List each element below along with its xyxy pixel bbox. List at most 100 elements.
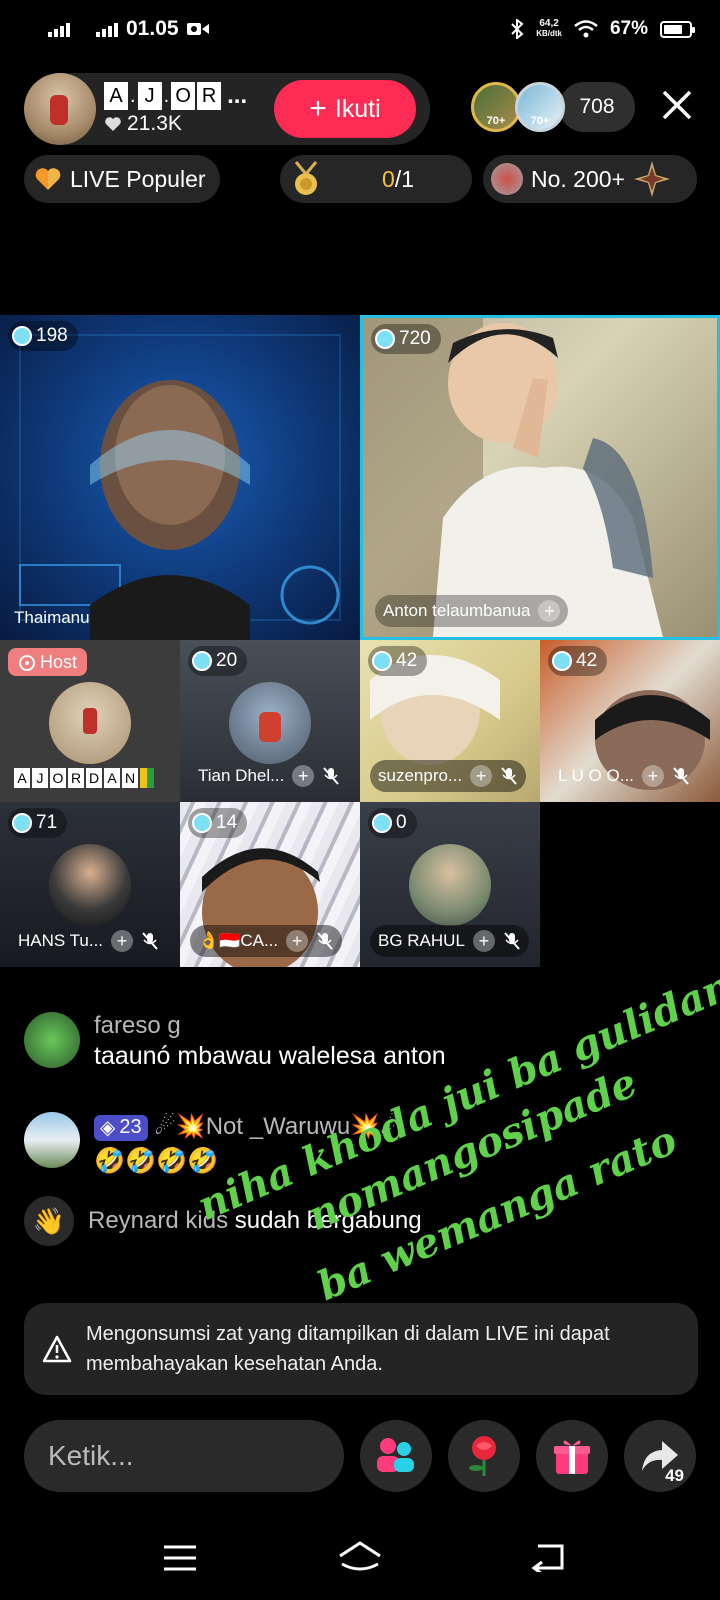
top-viewers[interactable]: 70+ 70+ 708 — [471, 82, 635, 132]
heart-icon — [105, 117, 121, 131]
host-tile-name: AJORDAN — [14, 768, 154, 788]
guest-tile[interactable]: 14 👌🇮🇩CA... + — [180, 802, 360, 967]
guest-tile[interactable]: 42 suzenpro... + — [360, 640, 540, 802]
guest-name-pill: Tian Dhel... + — [190, 760, 348, 792]
guest-name-pill: L U O O... + — [550, 760, 698, 792]
guest-video — [363, 318, 663, 637]
gift-button[interactable] — [536, 1420, 608, 1492]
guest-name-pill: 👌🇮🇩CA... + — [190, 925, 343, 957]
guest-name-pill: suzenpro... + — [370, 760, 527, 792]
signal-icon-2 — [96, 21, 118, 37]
mic-muted-icon — [142, 932, 158, 950]
gem-icon — [552, 651, 572, 671]
guest-name: Thaimanu — [14, 608, 90, 627]
bluetooth-icon — [511, 19, 524, 39]
health-warning: Mengonsumsi zat yang ditampilkan di dala… — [24, 1303, 698, 1395]
chat-avatar[interactable] — [24, 1012, 80, 1068]
guest-tile[interactable]: 42 L U O O... + — [540, 640, 720, 802]
gem-icon — [192, 651, 212, 671]
menu-icon[interactable] — [162, 1544, 198, 1572]
gem-icon — [192, 813, 212, 833]
share-button[interactable]: 49 — [624, 1420, 696, 1492]
add-guest-icon[interactable]: + — [292, 765, 315, 787]
host-tile[interactable]: Host AJORDAN — [0, 640, 180, 802]
guest-avatar — [409, 844, 491, 926]
medal-icon — [294, 161, 318, 195]
share-count: 49 — [665, 1466, 684, 1485]
chat-text: taaunó mbawau walelesa anton — [94, 1042, 446, 1070]
chat-text: 🤣🤣🤣🤣 — [94, 1147, 219, 1175]
host-tile-avatar — [49, 682, 131, 764]
network-speed: 64,2 KB/dtk — [536, 18, 562, 39]
comment-input[interactable]: Ketik... — [24, 1420, 344, 1492]
host-avatar[interactable] — [24, 73, 96, 145]
add-guest-icon[interactable]: + — [538, 600, 561, 622]
chat-avatar[interactable] — [24, 1112, 80, 1168]
mic-muted-icon — [317, 932, 333, 950]
gem-icon — [372, 813, 392, 833]
guest-tile[interactable]: 720 Anton telaumbanua + — [360, 315, 720, 640]
live-popular-badge[interactable]: LIVE Populer — [24, 155, 220, 203]
chat-username[interactable]: Reynard kids — [88, 1207, 228, 1234]
rank-badge[interactable]: No. 200+ — [483, 155, 697, 203]
viewer-avatar-2[interactable]: 70+ — [515, 82, 565, 132]
close-icon[interactable] — [660, 88, 694, 122]
home-icon[interactable] — [336, 1540, 384, 1574]
add-guest-icon[interactable]: + — [470, 765, 493, 787]
clock: 01.05 — [126, 17, 179, 40]
viewer-count-badge: 14 — [188, 808, 248, 838]
beginner-icon — [140, 768, 154, 788]
chat-message[interactable]: ◈ 23 ☄💥Not _Waruwu💥☄ 🤣🤣🤣🤣 — [24, 1112, 402, 1176]
gem-icon — [12, 326, 32, 346]
follow-button[interactable]: + Ikuti — [274, 80, 416, 138]
rank-avatar — [491, 163, 523, 195]
chat-username[interactable]: ◈ 23 ☄💥Not _Waruwu💥☄ — [94, 1112, 402, 1141]
chat-message: 👋 Reynard kids sudah bergabung — [24, 1196, 422, 1246]
viewer-count-badge: 720 — [371, 324, 441, 354]
chat-message[interactable]: fareso g taaunó mbawau walelesa anton — [24, 1012, 446, 1071]
host-likes: 21.3K — [104, 112, 247, 136]
viewer-count-badge: 20 — [188, 646, 248, 676]
guest-tile[interactable]: 71 HANS Tu... + — [0, 802, 180, 967]
hud-overlay — [19, 334, 341, 640]
mic-muted-icon — [504, 932, 520, 950]
signal-icon — [48, 21, 70, 37]
wave-hand-icon: 👋 — [24, 1196, 74, 1246]
host-icon — [19, 655, 35, 671]
host-tag: Host — [8, 648, 88, 676]
add-guest-icon[interactable]: + — [641, 765, 664, 787]
bottom-bar: Ketik... 49 — [0, 1420, 720, 1494]
rose-gift-button[interactable] — [448, 1420, 520, 1492]
warning-icon — [42, 1335, 72, 1363]
guest-grid: 198 Thaimanu 720 Anton telaumbanua + Hos… — [0, 315, 720, 967]
back-icon[interactable] — [530, 1542, 566, 1572]
video-record-icon — [186, 23, 209, 35]
guest-name-pill: BG RAHUL + — [370, 925, 529, 957]
battery-percent: 67% — [609, 18, 648, 39]
viewer-count-badge: 42 — [368, 646, 428, 676]
guest-tile[interactable]: 198 Thaimanu — [0, 315, 360, 640]
add-guest-icon[interactable]: + — [111, 930, 134, 952]
heart-split-icon — [35, 168, 61, 190]
system-nav-bar — [0, 1530, 720, 1590]
guest-tile[interactable]: 0 BG RAHUL + — [360, 802, 540, 967]
guest-avatar — [229, 682, 311, 764]
gem-icon — [375, 329, 395, 349]
viewer-count-badge: 71 — [8, 808, 68, 838]
gem-icon — [372, 651, 392, 671]
guest-tile[interactable]: 20 Tian Dhel... + — [180, 640, 360, 802]
viewer-count[interactable]: 708 — [559, 82, 635, 132]
add-guest-icon[interactable]: + — [472, 930, 495, 952]
gift-goal[interactable]: 0/1 — [280, 155, 472, 203]
people-icon — [377, 1438, 414, 1472]
chat-username[interactable]: fareso g — [94, 1012, 446, 1040]
gift-icon — [554, 1440, 590, 1474]
diamond-icon: ◈ — [100, 1117, 116, 1140]
multi-guest-button[interactable] — [360, 1420, 432, 1492]
viewer-count-badge: 198 — [8, 321, 78, 351]
gem-icon — [12, 813, 32, 833]
battery-icon — [660, 20, 695, 38]
add-guest-icon[interactable]: + — [286, 930, 309, 952]
host-profile-pill[interactable]: A. J. O R ... 21.3K + Ikuti — [24, 73, 430, 145]
viewer-avatar-1[interactable]: 70+ — [471, 82, 521, 132]
